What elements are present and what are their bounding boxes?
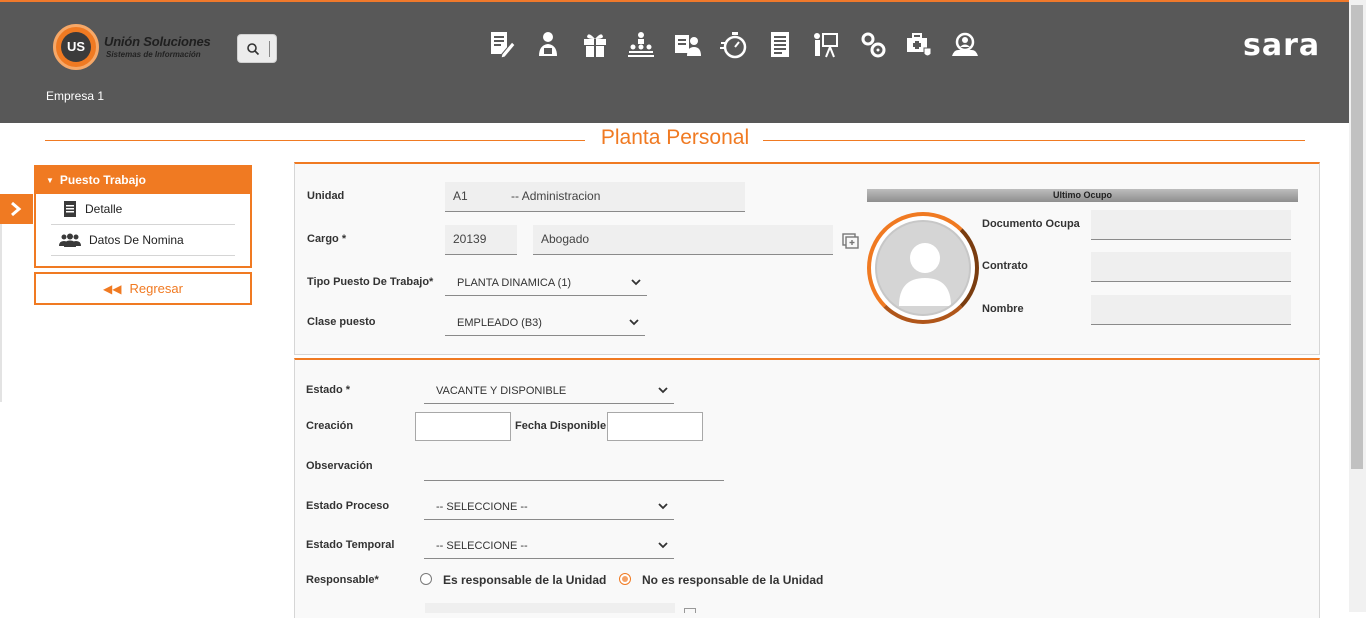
radio-no-responsable-label[interactable]: No es responsable de la Unidad [642, 573, 823, 587]
tipo-puesto-select[interactable]: PLANTA DINAMICA (1) [445, 270, 647, 296]
medical-case-icon[interactable] [902, 28, 936, 62]
gears-icon[interactable] [856, 28, 890, 62]
page-title: Planta Personal [600, 126, 750, 149]
unidad-name: -- Administracion [511, 189, 601, 203]
radio-es-responsable[interactable] [420, 573, 432, 585]
position-info-card: Unidad A1 -- Administracion Cargo * 2013… [294, 162, 1320, 355]
radio-no-responsable[interactable] [619, 573, 631, 585]
document-list-icon[interactable] [763, 28, 797, 62]
occupant-photo[interactable] [867, 212, 979, 324]
chevron-down-icon [658, 387, 668, 394]
nombre-field[interactable] [1091, 295, 1291, 325]
page-title-row: Planta Personal [45, 126, 1305, 154]
page-scrollbar[interactable] [1349, 0, 1366, 612]
unidad-code: A1 [453, 189, 468, 203]
creacion-label: Creación [306, 420, 354, 432]
sidebar-item-label: Datos De Nomina [89, 233, 184, 247]
estado-proceso-label: Estado Proceso [306, 500, 390, 512]
logo-badge-text: US [61, 32, 91, 62]
org-hierarchy-icon[interactable] [624, 28, 658, 62]
clase-puesto-label: Clase puesto [307, 316, 376, 328]
company-name[interactable]: Empresa 1 [46, 89, 104, 103]
cargo-name-field[interactable]: Abogado [533, 225, 833, 255]
unidad-field[interactable]: A1 -- Administracion [445, 182, 745, 212]
presentation-icon[interactable] [809, 28, 843, 62]
ultimo-ocupo-header: Ultimo Ocupo [867, 189, 1298, 202]
estado-temporal-label: Estado Temporal [306, 539, 395, 551]
radio-es-responsable-label[interactable]: Es responsable de la Unidad [443, 573, 606, 587]
sidebar-header-label: Puesto Trabajo [59, 173, 146, 187]
back-button-label: Regresar [129, 281, 183, 296]
search-button[interactable] [237, 34, 277, 63]
clase-puesto-select[interactable]: EMPLEADO (B3) [445, 310, 645, 336]
title-divider-right [763, 140, 1305, 141]
sara-brand-logo[interactable]: sara [1243, 28, 1320, 63]
chevron-down-icon [629, 319, 639, 326]
logo-badge: US [53, 24, 99, 70]
creacion-date-input[interactable] [415, 412, 511, 441]
status-card: Estado * VACANTE Y DISPONIBLE Creación F… [294, 358, 1320, 618]
gift-icon[interactable] [578, 28, 612, 62]
left-edge-strip [0, 224, 2, 402]
caret-down-icon: ▼ [46, 176, 54, 186]
sidebar-header[interactable]: ▼ Puesto Trabajo [36, 167, 250, 194]
estado-proceso-select[interactable]: -- SELECCIONE -- [424, 494, 674, 520]
sidebar-item-detalle[interactable]: Detalle [51, 194, 235, 225]
tipo-puesto-label: Tipo Puesto De Trabajo* [307, 276, 434, 288]
clase-puesto-value: EMPLEADO (B3) [457, 317, 542, 329]
tipo-puesto-value: PLANTA DINAMICA (1) [457, 277, 572, 289]
observacion-label: Observación [306, 460, 373, 472]
sidebar-item-datos-nomina[interactable]: Datos De Nomina [51, 225, 235, 256]
chevron-right-icon [11, 201, 22, 217]
union-soluciones-logo[interactable]: US Unión Soluciones Sistemas de Informac… [53, 24, 223, 70]
document-icon [64, 201, 76, 217]
chevron-down-icon [631, 279, 641, 286]
estado-temporal-value: -- SELECCIONE -- [436, 540, 528, 552]
stopwatch-icon[interactable] [717, 28, 751, 62]
cargo-code-field[interactable]: 20139 [445, 225, 517, 255]
unidad-label: Unidad [307, 190, 345, 202]
sidebar: ▼ Puesto Trabajo Detalle Datos De Nomina … [34, 165, 252, 305]
estado-label: Estado * [306, 384, 351, 396]
estado-proceso-value: -- SELECCIONE -- [436, 501, 528, 513]
document-edit-icon[interactable] [485, 28, 519, 62]
brand-text: sara [1243, 28, 1321, 63]
sidebar-panel: ▼ Puesto Trabajo Detalle Datos De Nomina [34, 165, 252, 268]
responsable-label: Responsable* [306, 574, 379, 586]
cargo-label: Cargo * [307, 233, 347, 245]
contrato-field[interactable] [1091, 252, 1291, 282]
sidebar-item-label: Detalle [85, 202, 123, 216]
chevron-down-icon [658, 503, 668, 510]
scrollbar-thumb[interactable] [1351, 5, 1363, 469]
double-chevron-left-icon: ◀◀ [103, 281, 122, 296]
group-icon [59, 233, 81, 247]
next-field-icon[interactable] [684, 608, 696, 613]
top-header: US Unión Soluciones Sistemas de Informac… [0, 0, 1349, 123]
estado-value: VACANTE Y DISPONIBLE [436, 385, 567, 397]
logo-subtitle: Sistemas de Información [106, 50, 201, 59]
documento-ocupa-field[interactable] [1091, 210, 1291, 240]
user-card-icon[interactable] [671, 28, 705, 62]
estado-temporal-select[interactable]: -- SELECCIONE -- [424, 533, 674, 559]
user-certificate-icon[interactable] [531, 28, 565, 62]
contrato-label: Contrato [982, 260, 1028, 272]
search-icon [247, 43, 260, 56]
fecha-disponible-label: Fecha Disponible [515, 420, 607, 432]
back-button[interactable]: ◀◀ Regresar [34, 272, 252, 305]
documento-ocupa-label: Documento Ocupa [982, 218, 1080, 230]
chevron-down-icon [658, 542, 668, 549]
observacion-input[interactable] [424, 457, 724, 481]
sidebar-toggle[interactable] [0, 194, 33, 224]
user-avatar-icon [875, 220, 971, 316]
add-to-list-icon[interactable] [842, 233, 860, 249]
fecha-disponible-input[interactable] [607, 412, 703, 441]
logo-name: Unión Soluciones [104, 34, 211, 49]
estado-select[interactable]: VACANTE Y DISPONIBLE [424, 378, 674, 404]
user-search-icon[interactable] [948, 28, 982, 62]
search-caret [269, 41, 270, 57]
nombre-label: Nombre [982, 303, 1024, 315]
